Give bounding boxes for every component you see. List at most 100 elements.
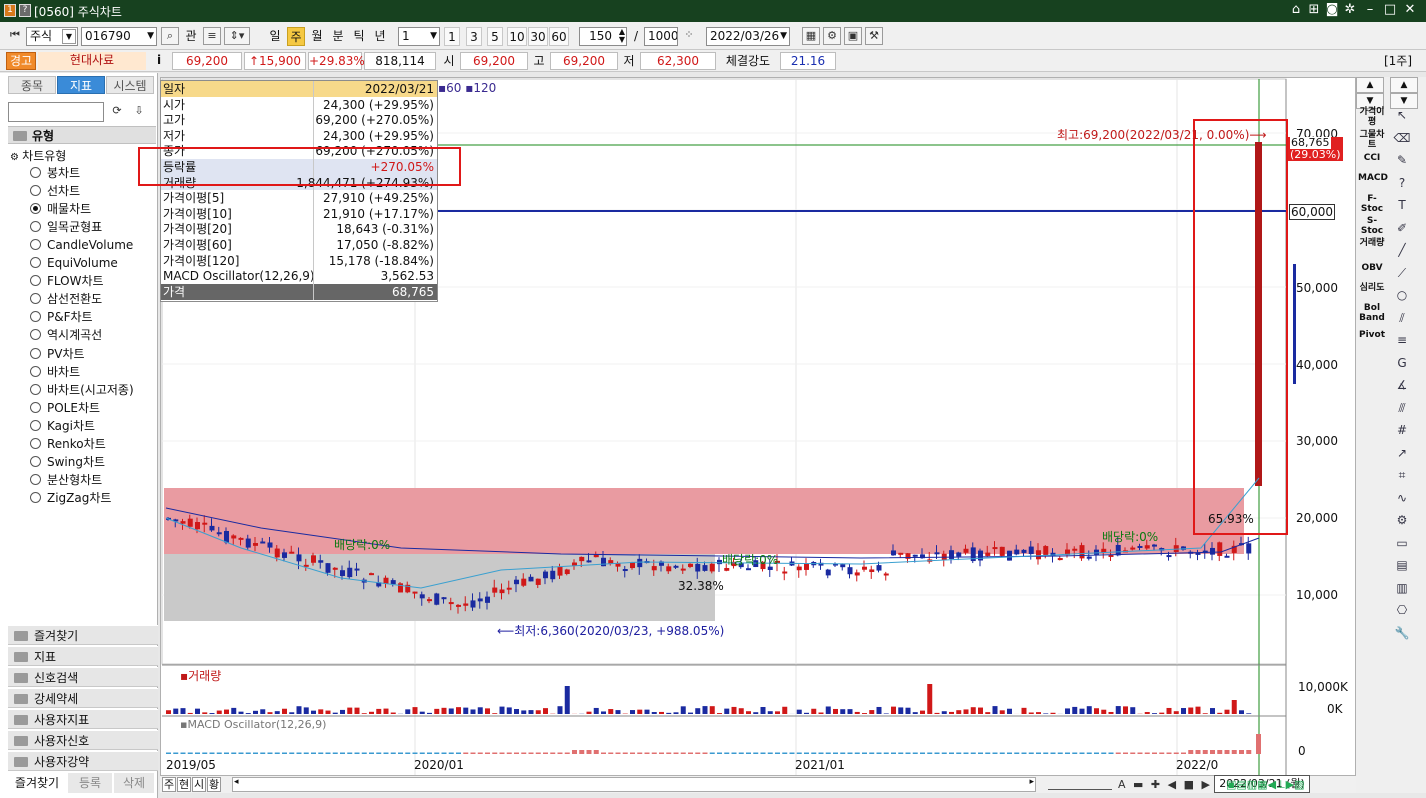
period-button-5[interactable]: 년 — [371, 27, 389, 46]
trend-icon[interactable]: ↗ — [1392, 444, 1412, 462]
minimize-icon[interactable]: – — [1362, 2, 1378, 18]
indicator-button-10[interactable]: Pivot — [1358, 330, 1386, 340]
quick-interval-5[interactable]: 60 — [549, 27, 569, 46]
bottom-tab-register[interactable]: 등록 — [68, 773, 112, 793]
max-count-input[interactable]: 1000 — [644, 27, 678, 46]
fan-icon[interactable]: ∡ — [1392, 376, 1412, 394]
circle-icon[interactable]: ○ — [1392, 286, 1412, 304]
auto-icon[interactable]: ⚙ — [1392, 511, 1412, 529]
folder-0[interactable]: 즐겨찾기 — [8, 625, 158, 645]
period-button-0[interactable]: 일 — [266, 27, 284, 46]
chart-type-item-11[interactable]: 바차트 — [30, 363, 80, 381]
folder-3[interactable]: 강세약세 — [8, 688, 158, 708]
help-icon[interactable]: ? — [1392, 174, 1412, 192]
chart-type-item-5[interactable]: EquiVolume — [30, 254, 118, 272]
chart-type-item-14[interactable]: Kagi차트 — [30, 417, 95, 435]
pencil-icon[interactable]: ✎ — [1392, 151, 1412, 169]
chart-type-item-16[interactable]: Swing차트 — [30, 453, 105, 471]
chart-bottom-tab-1[interactable]: 현 — [177, 777, 191, 792]
folder-5[interactable]: 사용자신호 — [8, 730, 158, 750]
scroll-up-icon[interactable]: ▲ — [1356, 77, 1384, 93]
tab-indicator[interactable]: 지표 — [57, 76, 105, 94]
folder-4[interactable]: 사용자지표 — [8, 709, 158, 729]
folder-2[interactable]: 신호검색 — [8, 667, 158, 687]
tab-system[interactable]: 시스템 — [106, 76, 154, 94]
zoom-slider[interactable] — [1048, 778, 1112, 790]
code-icon[interactable]: ⎔ — [1392, 601, 1412, 619]
save-icon[interactable]: ▣ — [844, 27, 862, 45]
zoom-controls[interactable]: A ▬ ✚ ◀ ■ ▶ — [1118, 776, 1212, 793]
period-button-4[interactable]: 틱 — [350, 27, 368, 46]
tab-stock[interactable]: 종목 — [8, 76, 56, 94]
chart-bottom-tab-2[interactable]: 시 — [192, 777, 206, 792]
stepper-icon[interactable]: ⇕▾ — [224, 27, 250, 45]
eraser-icon[interactable]: ⌫ — [1392, 129, 1412, 147]
chart-type-item-17[interactable]: 분산형차트 — [30, 471, 102, 489]
chart-bottom-tab-0[interactable]: 주 — [162, 777, 176, 792]
tool-scroll-up-icon[interactable]: ▲ — [1390, 77, 1418, 93]
channel-icon[interactable]: ⫽ — [1392, 309, 1412, 327]
chart-bottom-tab-3[interactable]: 황 — [207, 777, 221, 792]
doc-icon[interactable]: ▤ — [1392, 556, 1412, 574]
maximize-icon[interactable]: □ — [1382, 2, 1398, 18]
section-header[interactable]: 유형 — [8, 126, 156, 144]
parallel-icon[interactable]: ⫻ — [1392, 399, 1412, 417]
count-input[interactable]: 150 ▲ ▼ — [579, 27, 627, 46]
search-icon[interactable]: ⌕ — [161, 27, 179, 45]
chart-type-item-13[interactable]: POLE차트 — [30, 399, 100, 417]
camera-icon[interactable]: ◙ — [1324, 2, 1340, 18]
period-button-3[interactable]: 분 — [329, 27, 347, 46]
options-icon[interactable]: ⚙ — [823, 27, 841, 45]
cursor-icon[interactable]: ↖ — [1392, 106, 1412, 124]
help-icon[interactable]: ? — [19, 4, 31, 17]
indicator-search-input[interactable] — [8, 102, 104, 122]
indicator-button-5[interactable]: S-Stoc — [1358, 216, 1386, 236]
fib-icon[interactable]: ≡ — [1392, 331, 1412, 349]
info-icon[interactable]: i — [152, 52, 166, 70]
indicator-button-4[interactable]: F-Stoc — [1358, 194, 1386, 214]
indicator-button-2[interactable]: CCI — [1358, 153, 1386, 163]
quick-interval-2[interactable]: 5 — [487, 27, 503, 46]
bottom-tab-delete[interactable]: 삭제 — [114, 773, 154, 793]
line-icon[interactable]: ╱ — [1392, 241, 1412, 259]
folder-1[interactable]: 지표 — [8, 646, 158, 666]
chart-type-item-7[interactable]: 삼선전환도 — [30, 290, 102, 308]
layer-icon[interactable]: ≡ — [203, 27, 221, 45]
gann-icon[interactable]: G — [1392, 354, 1412, 372]
indicator-button-6[interactable]: 거래량 — [1358, 238, 1386, 248]
indicator-button-1[interactable]: 그물차트 — [1358, 130, 1386, 150]
period-button-1[interactable]: 주 — [287, 27, 305, 46]
chart-type-item-2[interactable]: 매물차트 — [30, 200, 91, 218]
wave-icon[interactable]: ∿ — [1392, 489, 1412, 507]
indicator-button-9[interactable]: Bol Band — [1358, 303, 1386, 323]
indicator-button-7[interactable]: OBV — [1358, 263, 1386, 273]
brush-icon[interactable]: ✐ — [1392, 219, 1412, 237]
chart-type-item-3[interactable]: 일목균형표 — [30, 218, 102, 236]
text-icon[interactable]: T — [1392, 196, 1412, 214]
report-icon[interactable]: ▥ — [1392, 579, 1412, 597]
quick-interval-0[interactable]: 1 — [444, 27, 460, 46]
first-record-icon[interactable]: ⏮ — [6, 27, 24, 45]
refresh-icon[interactable]: ⟳ — [108, 103, 126, 121]
app-badge[interactable]: 1 — [4, 4, 16, 17]
wrench-icon[interactable]: 🔧 — [1392, 624, 1412, 642]
link-icon[interactable]: ⊞ — [1306, 2, 1322, 18]
indicator-button-3[interactable]: MACD — [1358, 173, 1388, 183]
close-icon[interactable]: ✕ — [1402, 2, 1418, 18]
chart-type-item-12[interactable]: 바차트(시고저종) — [30, 381, 134, 399]
indicator-button-8[interactable]: 심리도 — [1358, 283, 1386, 293]
grid-icon[interactable]: # — [1392, 421, 1412, 439]
chart-type-item-4[interactable]: CandleVolume — [30, 236, 133, 254]
tools-icon[interactable]: ⚒ — [865, 27, 883, 45]
pattern-icon[interactable]: ⌗ — [1392, 466, 1412, 484]
chart-type-item-6[interactable]: FLOW차트 — [30, 272, 104, 290]
chart-type-item-18[interactable]: ZigZag차트 — [30, 489, 111, 507]
arrow-line-icon[interactable]: ⟋ — [1392, 264, 1412, 282]
code-input[interactable]: 016790 ▼ — [81, 27, 157, 46]
window-icon[interactable]: ▭ — [1392, 534, 1412, 552]
chart-tools-group[interactable]: ▣▤▥▦◀⊥▶▧ — [1226, 776, 1304, 793]
indicator-button-0[interactable]: 가격이평 — [1358, 107, 1386, 127]
gear-icon[interactable]: ✲ — [1342, 2, 1358, 18]
layout-icon[interactable]: ▦ — [802, 27, 820, 45]
period-button-2[interactable]: 월 — [308, 27, 326, 46]
